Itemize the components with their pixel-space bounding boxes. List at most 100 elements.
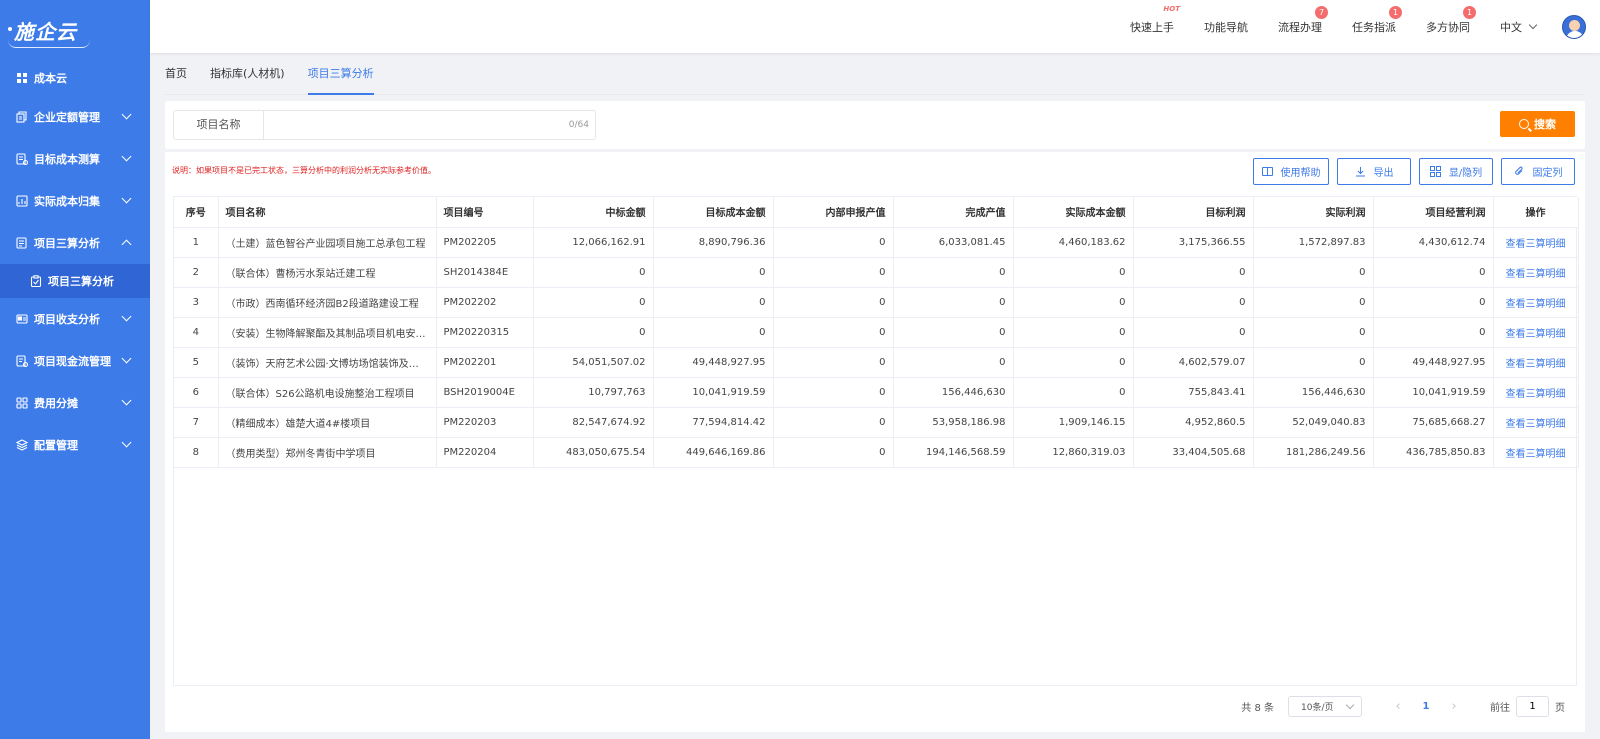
cell-actual-cost: 0 (1013, 347, 1134, 378)
search-panel: 项目名称 0/64 搜索 (165, 101, 1585, 149)
cell-internal-output: 0 (773, 407, 894, 438)
nav-quick-start[interactable]: 快速上手 HOT (1130, 5, 1180, 35)
cell-actions: 查看三算明细 (1493, 437, 1579, 468)
view-details-link[interactable]: 查看三算明细 (1506, 269, 1566, 280)
card-icon (16, 313, 28, 325)
prev-page-button[interactable]: ‹ (1388, 699, 1408, 714)
goto-page-input[interactable] (1516, 695, 1549, 717)
sidebar-item-label: 成本云 (34, 72, 67, 85)
sidebar-item-quota-management[interactable]: 企业定额管理 (0, 96, 150, 138)
cell-index: 6 (174, 377, 219, 408)
cell-actual-profit: 0 (1253, 317, 1374, 348)
view-details-link[interactable]: 查看三算明细 (1506, 449, 1566, 460)
cell-operating-profit: 49,448,927.95 (1373, 347, 1494, 378)
notification-badge: 7 (1315, 5, 1328, 19)
sidebar-item-cash-flow[interactable]: 项目现金流管理 (0, 340, 150, 382)
cell-project-name: （装饰）天府艺术公园·文博坊场馆装饰及配套工程 (218, 347, 437, 378)
th-bid-amount: 中标金额 (533, 197, 654, 228)
sidebar-item-income-expense[interactable]: 项目收支分析 (0, 298, 150, 340)
cell-index: 8 (174, 437, 219, 468)
page-jumper: 前往 页 (1490, 695, 1565, 717)
sidebar-item-actual-cost[interactable]: 实际成本归集 (0, 180, 150, 222)
grid-icon (16, 72, 28, 84)
cell-operating-profit: 0 (1373, 317, 1494, 348)
cell-actual-profit: 156,446,630 (1253, 377, 1374, 408)
view-details-link[interactable]: 查看三算明细 (1506, 359, 1566, 370)
export-button[interactable]: 导出 (1337, 158, 1411, 185)
sidebar-subitem-three-calc[interactable]: 项目三算分析 (0, 264, 150, 298)
cell-bid-amount: 0 (533, 257, 654, 288)
toggle-columns-button[interactable]: 显/隐列 (1419, 158, 1493, 185)
nav-task-assign[interactable]: 任务指派 1 (1352, 5, 1402, 35)
page-number[interactable]: 1 (1416, 701, 1436, 712)
next-page-button[interactable]: › (1444, 699, 1464, 714)
view-details-link[interactable]: 查看三算明细 (1506, 389, 1566, 400)
fix-columns-button[interactable]: 固定列 (1501, 158, 1575, 185)
avatar[interactable] (1562, 14, 1586, 39)
cell-completed-output: 0 (893, 347, 1014, 378)
project-name-label: 项目名称 (174, 111, 264, 139)
sidebar-item-cost-cloud[interactable]: 成本云 (0, 60, 150, 96)
chevron-down-icon (121, 437, 132, 448)
cell-actual-cost: 1,909,146.15 (1013, 407, 1134, 438)
cell-target-cost: 49,448,927.95 (653, 347, 774, 378)
table-row: 1 （土建）蓝色智谷产业园项目施工总承包工程 PM202205 12,066,162.… (174, 227, 1579, 258)
tab-indicator-library[interactable]: 指标库(人材机) (210, 53, 285, 95)
table-row: 4 （安装）生物降解聚酯及其制品项目机电安装工程 PM20220315 0 0 0 0 0 0 0… (174, 317, 1579, 348)
language-select[interactable]: 中文 (1500, 19, 1538, 35)
view-details-link[interactable]: 查看三算明细 (1506, 419, 1566, 430)
cell-bid-amount: 82,547,674.92 (533, 407, 654, 438)
sidebar-item-target-cost[interactable]: 目标成本测算 (0, 138, 150, 180)
cell-project-name: （安装）生物降解聚酯及其制品项目机电安装工程 (218, 317, 437, 348)
sidebar-item-cost-allocation[interactable]: 费用分摊 (0, 382, 150, 424)
book-icon (1261, 166, 1273, 177)
cell-bid-amount: 0 (533, 287, 654, 318)
cell-operating-profit: 0 (1373, 257, 1494, 288)
cell-internal-output: 0 (773, 227, 894, 258)
cell-project-name: （精细成本）雄楚大道4#楼项目 (218, 407, 437, 438)
cell-project-code: PM202202 (436, 287, 534, 318)
download-icon (1355, 166, 1366, 177)
logo[interactable]: 施企云 (0, 0, 150, 60)
cell-actual-cost: 4,460,183.62 (1013, 227, 1134, 258)
view-details-link[interactable]: 查看三算明细 (1506, 239, 1566, 250)
page-size-select[interactable]: 10条/页 (1288, 695, 1362, 717)
th-index: 序号 (174, 197, 219, 228)
sidebar-item-three-calc[interactable]: 项目三算分析 (0, 222, 150, 264)
cell-actions: 查看三算明细 (1493, 287, 1579, 318)
pagination: 共 8 条 10条/页 ‹ 1 › 前往 页 (1241, 694, 1565, 718)
export-label: 导出 (1373, 168, 1394, 179)
project-name-input[interactable] (264, 111, 569, 139)
cell-project-code: PM220204 (436, 437, 534, 468)
nav-function-guide[interactable]: 功能导航 (1204, 19, 1248, 35)
cell-actions: 查看三算明细 (1493, 257, 1579, 288)
goto-suffix: 页 (1555, 702, 1565, 714)
nav-collaboration[interactable]: 多方协同 1 (1426, 5, 1476, 35)
help-button[interactable]: 使用帮助 (1253, 158, 1329, 185)
nav-label: 任务指派 (1352, 20, 1396, 34)
tab-home[interactable]: 首页 (165, 53, 187, 95)
tab-three-calc-analysis[interactable]: 项目三算分析 (307, 53, 374, 95)
cell-target-profit: 4,602,579.07 (1133, 347, 1254, 378)
cell-project-code: PM220203 (436, 407, 534, 438)
cell-bid-amount: 12,066,162.91 (533, 227, 654, 258)
nav-process[interactable]: 流程办理 7 (1278, 5, 1328, 35)
cell-target-profit: 33,404,505.68 (1133, 437, 1254, 468)
fix-columns-label: 固定列 (1532, 168, 1563, 179)
cell-target-cost: 0 (653, 257, 774, 288)
sidebar-item-config[interactable]: 配置管理 (0, 424, 150, 466)
grid-icon (1429, 166, 1441, 177)
sidebar-menu: 成本云 企业定额管理 目标成本测算 实际成本归集 项目三算分析 项目三算分析 项… (0, 60, 150, 466)
view-details-link[interactable]: 查看三算明细 (1506, 299, 1566, 310)
cell-target-cost: 10,041,919.59 (653, 377, 774, 408)
chevron-down-icon (121, 151, 132, 162)
cell-target-profit: 0 (1133, 257, 1254, 288)
cell-project-name: （市政）西南循环经济园B2段道路建设工程 (218, 287, 437, 318)
apps-icon (16, 397, 28, 409)
view-details-link[interactable]: 查看三算明细 (1506, 329, 1566, 340)
th-actions: 操作 (1493, 197, 1579, 228)
cell-target-profit: 3,175,366.55 (1133, 227, 1254, 258)
search-button[interactable]: 搜索 (1500, 111, 1575, 137)
language-label: 中文 (1500, 20, 1522, 34)
cell-operating-profit: 0 (1373, 287, 1494, 318)
